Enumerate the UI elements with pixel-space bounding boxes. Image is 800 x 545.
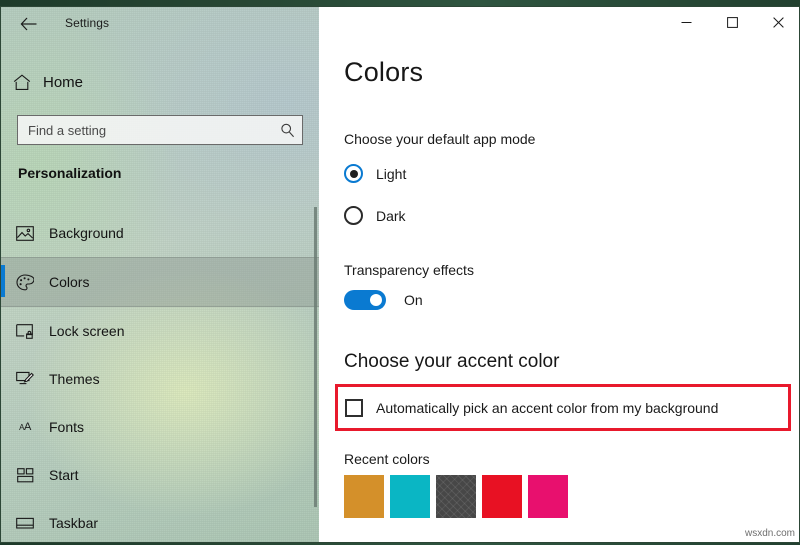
sidebar-item-label: Background: [49, 225, 124, 241]
sidebar-item-label: Themes: [49, 371, 100, 387]
sidebar-home-label: Home: [43, 73, 84, 91]
sidebar-item-lock-screen[interactable]: Lock screen: [1, 307, 319, 355]
transparency-state-label: On: [404, 292, 423, 308]
sidebar-section-title: Personalization: [18, 165, 122, 181]
settings-window: Settings Home Find a setting Personaliza…: [0, 6, 800, 543]
sidebar-nav-list: Background Colors Lock screen Themes A A…: [1, 209, 319, 542]
color-swatch-turquoise[interactable]: [390, 475, 430, 518]
radio-app-mode-dark[interactable]: Dark: [344, 206, 406, 225]
themes-brush-icon: [1, 371, 49, 387]
checkbox-unchecked-icon[interactable]: [345, 399, 363, 417]
transparency-toggle[interactable]: On: [344, 290, 423, 310]
color-swatch-pink[interactable]: [528, 475, 568, 518]
radio-app-mode-light[interactable]: Light: [344, 164, 406, 183]
sidebar-item-fonts[interactable]: AA Fonts: [1, 403, 319, 451]
sidebar-item-colors[interactable]: Colors: [1, 257, 319, 307]
minimize-button[interactable]: [663, 7, 709, 37]
sidebar-item-background[interactable]: Background: [1, 209, 319, 257]
settings-main-panel: Colors Choose your default app mode Ligh…: [319, 7, 799, 542]
toggle-switch-on-icon: [344, 290, 386, 310]
page-title: Colors: [344, 57, 424, 87]
lock-screen-icon: [1, 323, 49, 339]
sidebar-item-label: Start: [49, 467, 79, 483]
picture-icon: [1, 225, 49, 241]
sidebar-scrollbar[interactable]: [314, 207, 317, 507]
search-icon: [272, 123, 302, 138]
recent-colors-swatches: [344, 475, 568, 518]
fonts-aa-icon: AA: [19, 421, 31, 433]
sidebar-item-label: Taskbar: [49, 515, 99, 531]
radio-unselected-icon: [344, 206, 363, 225]
settings-sidebar: Settings Home Find a setting Personaliza…: [1, 7, 319, 542]
palette-icon: [1, 273, 49, 291]
app-mode-label: Choose your default app mode: [344, 131, 536, 147]
app-title: Settings: [65, 16, 110, 30]
sidebar-item-themes[interactable]: Themes: [1, 355, 319, 403]
radio-light-label: Light: [376, 165, 407, 182]
color-swatch-gold[interactable]: [344, 475, 384, 518]
accent-color-heading: Choose your accent color: [344, 351, 560, 372]
watermark: wsxdn.com: [744, 528, 795, 539]
window-titlebar: Settings: [1, 7, 319, 41]
close-button[interactable]: [755, 7, 799, 37]
back-arrow-icon[interactable]: [13, 11, 43, 37]
sidebar-item-start[interactable]: Start: [1, 451, 319, 499]
sidebar-item-label: Fonts: [49, 419, 85, 435]
transparency-label: Transparency effects: [344, 262, 474, 278]
color-swatch-red[interactable]: [482, 475, 522, 518]
window-controls: [663, 7, 799, 37]
search-box[interactable]: [17, 115, 303, 145]
sidebar-item-label: Colors: [49, 274, 90, 290]
home-icon: [1, 73, 43, 91]
recent-colors-label: Recent colors: [344, 451, 430, 467]
radio-dark-label: Dark: [376, 207, 406, 224]
color-swatch-dark-gray[interactable]: [436, 475, 476, 518]
sidebar-item-taskbar[interactable]: Taskbar: [1, 499, 319, 542]
radio-selected-icon: [344, 164, 363, 183]
auto-accent-label: Automatically pick an accent color from …: [376, 400, 719, 416]
maximize-button[interactable]: [709, 7, 755, 37]
sidebar-item-label: Lock screen: [49, 323, 125, 339]
start-tiles-icon: [1, 467, 49, 483]
taskbar-icon: [1, 517, 49, 530]
search-input[interactable]: [18, 122, 272, 138]
auto-accent-checkbox-row[interactable]: Automatically pick an accent color from …: [345, 399, 718, 417]
sidebar-item-home[interactable]: Home: [1, 65, 319, 99]
